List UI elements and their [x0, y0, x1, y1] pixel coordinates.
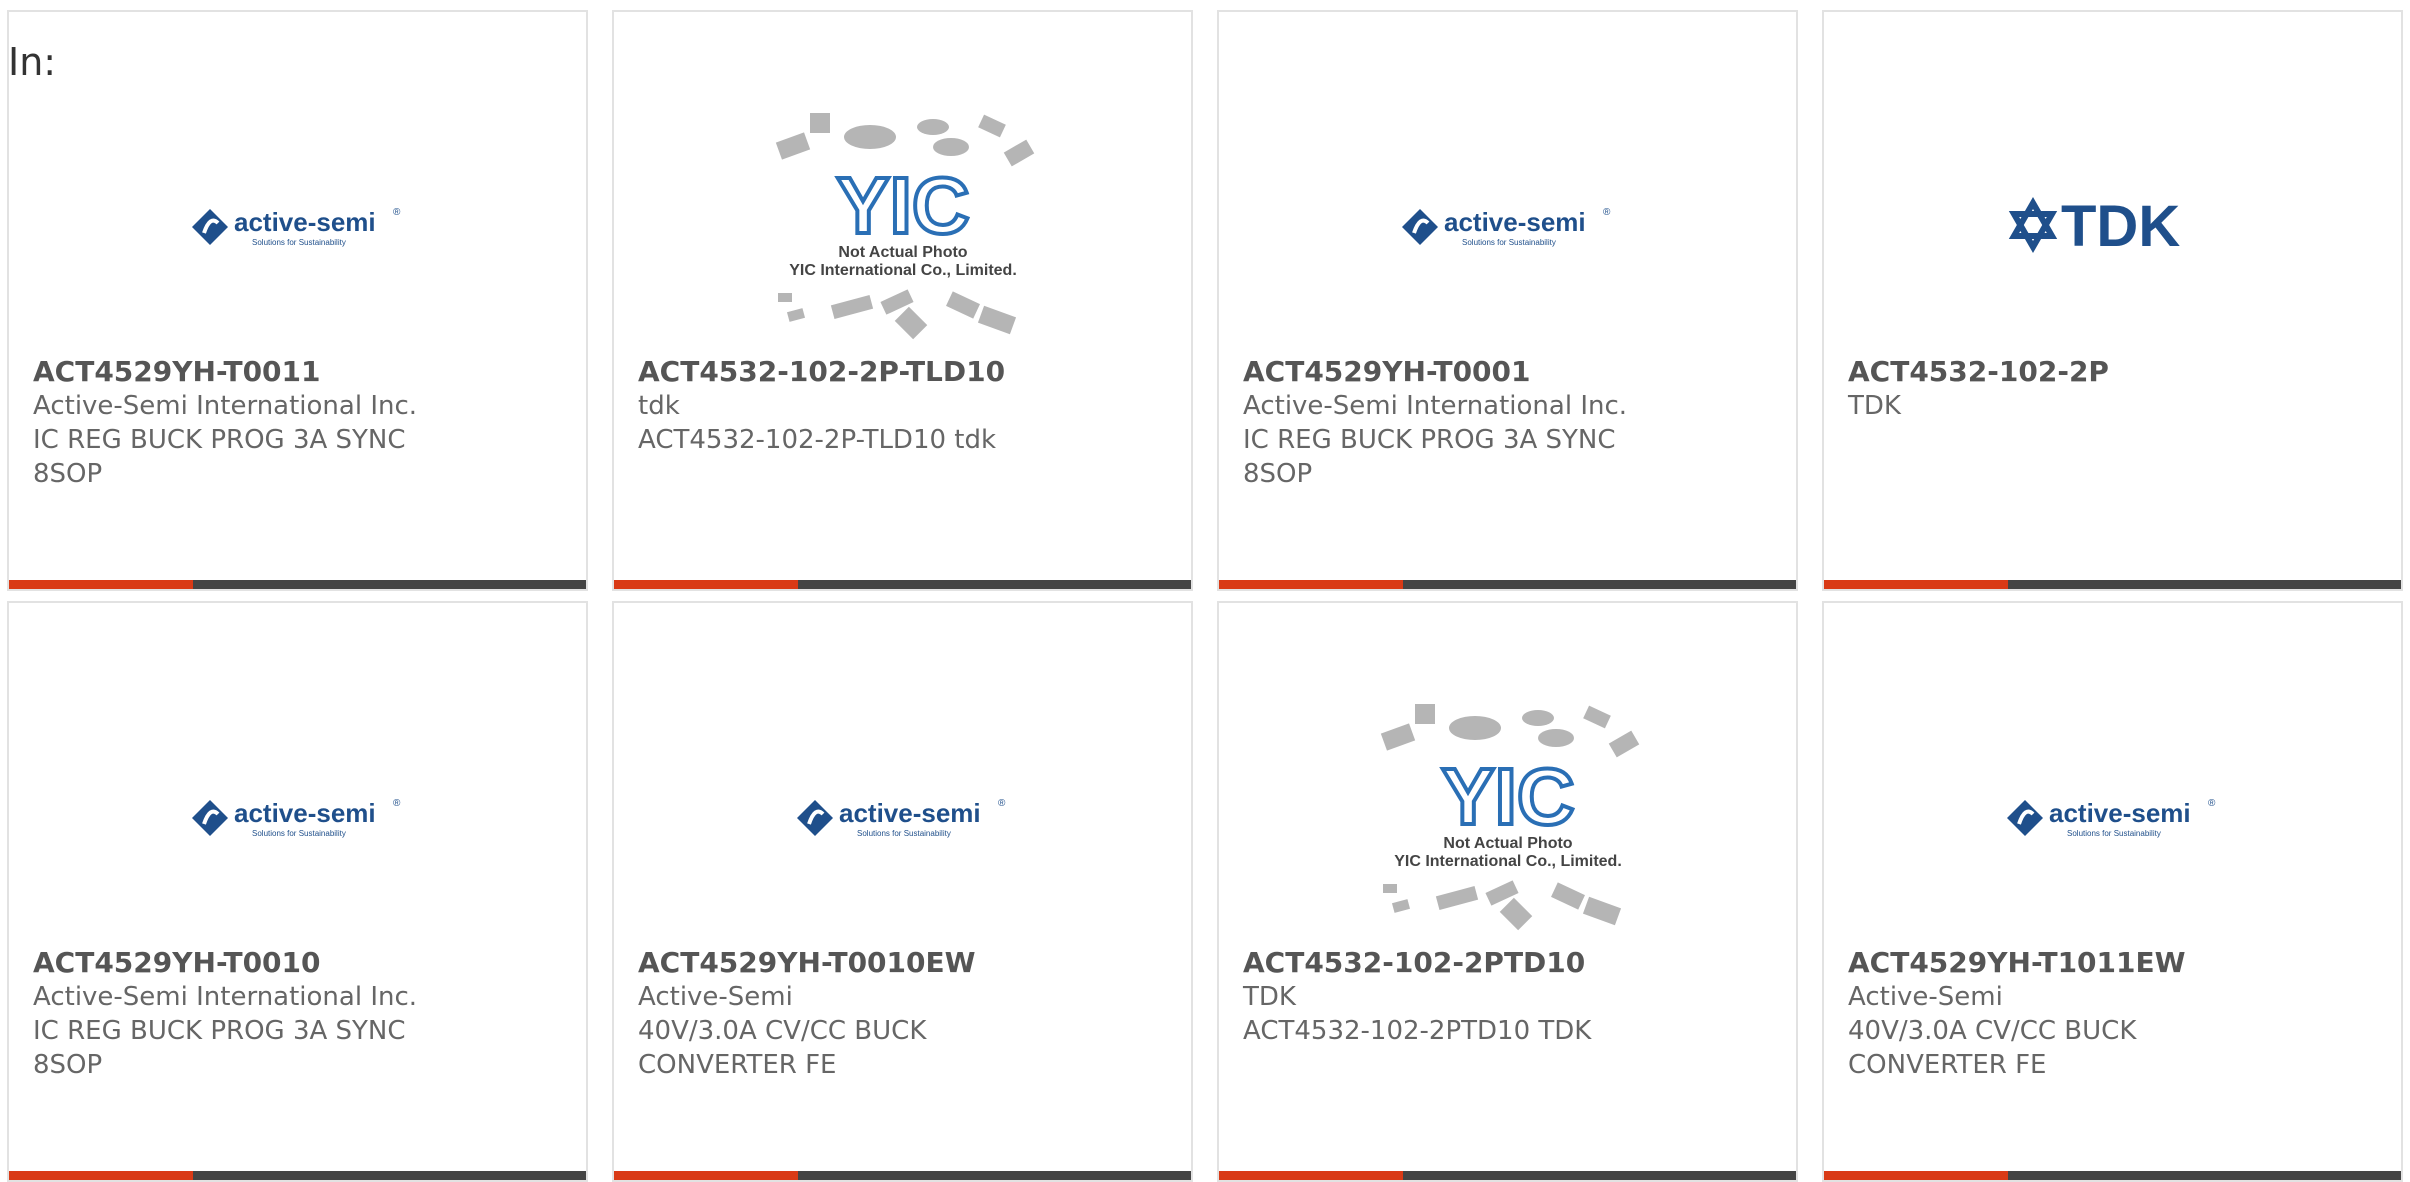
svg-text:®: ®	[1603, 207, 1611, 218]
product-image[interactable]: active-semi ® Solutions for Sustainabili…	[1219, 92, 1796, 357]
yic-placeholder-image: YIC Not Actual Photo YIC International C…	[1380, 703, 1639, 930]
card-bottom-bar	[9, 1171, 586, 1180]
product-card[interactable]: YIC Not Actual Photo YIC International C…	[612, 10, 1193, 591]
active-semi-logo: active-semi ® Solutions for Sustainabili…	[796, 798, 1006, 838]
product-info: ACT4529YH-T0010EW Active-Semi 40V/3.0A C…	[638, 946, 1167, 1082]
description: IC REG BUCK PROG 3A SYNC 8SOP	[33, 1016, 406, 1080]
card-accent-bar	[9, 1171, 193, 1180]
svg-text:Solutions for Sustainability: Solutions for Sustainability	[2067, 829, 2161, 838]
yic-placeholder-image: YIC Not Actual Photo YIC International C…	[775, 112, 1034, 339]
product-image[interactable]: active-semi ® Solutions for Sustainabili…	[9, 92, 586, 357]
part-number[interactable]: ACT4529YH-T1011EW	[1848, 946, 2377, 980]
product-image[interactable]: active-semi ® Solutions for Sustainabili…	[1824, 683, 2401, 948]
manufacturer: Active-Semi	[638, 982, 793, 1012]
product-card[interactable]: YIC Not Actual Photo YIC International C…	[1217, 601, 1798, 1182]
product-card[interactable]: TDK ACT4532-102-2P TDK	[1822, 10, 2403, 591]
card-accent-bar	[9, 580, 193, 589]
product-info: ACT4529YH-T0010 Active-Semi Internationa…	[33, 946, 562, 1082]
svg-text:®: ®	[393, 207, 401, 218]
description: ACT4532-102-2P-TLD10 tdk	[638, 425, 997, 455]
svg-text:TDK: TDK	[2061, 194, 2180, 259]
product-image[interactable]: active-semi ® Solutions for Sustainabili…	[9, 683, 586, 948]
card-accent-bar	[1219, 580, 1403, 589]
product-image[interactable]: YIC Not Actual Photo YIC International C…	[1219, 683, 1796, 948]
description: 40V/3.0A CV/CC BUCK CONVERTER FE	[638, 1016, 927, 1080]
manufacturer: Active-Semi International Inc.	[33, 391, 418, 421]
svg-text:active-semi: active-semi	[1444, 207, 1586, 237]
svg-text:active-semi: active-semi	[234, 207, 376, 237]
card-bottom-bar	[9, 580, 586, 589]
part-number[interactable]: ACT4529YH-T0010	[33, 946, 562, 980]
manufacturer: TDK	[1243, 982, 1296, 1012]
card-accent-bar	[1824, 580, 2008, 589]
product-card[interactable]: active-semi ® Solutions for Sustainabili…	[1822, 601, 2403, 1182]
manufacturer: tdk	[638, 391, 680, 421]
manufacturer: Active-Semi	[1848, 982, 2003, 1012]
svg-text:®: ®	[2208, 798, 2216, 809]
card-bottom-bar	[1824, 1171, 2401, 1180]
manufacturer: TDK	[1848, 391, 1901, 421]
card-accent-bar	[1824, 1171, 2008, 1180]
description: IC REG BUCK PROG 3A SYNC 8SOP	[33, 425, 406, 489]
part-number[interactable]: ACT4529YH-T0001	[1243, 355, 1772, 389]
description: 40V/3.0A CV/CC BUCK CONVERTER FE	[1848, 1016, 2137, 1080]
part-number[interactable]: ACT4532-102-2P-TLD10	[638, 355, 1167, 389]
svg-text:YIC: YIC	[836, 161, 969, 250]
svg-text:Solutions for Sustainability: Solutions for Sustainability	[252, 829, 346, 838]
product-image[interactable]: TDK	[1824, 92, 2401, 357]
tdk-logo: TDK	[2008, 194, 2180, 259]
svg-text:active-semi: active-semi	[234, 798, 376, 828]
svg-text:YIC International Co., Limited: YIC International Co., Limited.	[1394, 853, 1622, 870]
product-info: ACT4529YH-T0001 Active-Semi Internationa…	[1243, 355, 1772, 491]
product-image[interactable]: active-semi ® Solutions for Sustainabili…	[614, 683, 1191, 948]
part-number[interactable]: ACT4532-102-2P	[1848, 355, 2377, 389]
card-bottom-bar	[614, 580, 1191, 589]
product-info: ACT4529YH-T1011EW Active-Semi 40V/3.0A C…	[1848, 946, 2377, 1082]
svg-text:Solutions for Sustainability: Solutions for Sustainability	[252, 238, 346, 247]
svg-text:YIC: YIC	[1441, 752, 1574, 841]
svg-text:active-semi: active-semi	[839, 798, 981, 828]
card-bottom-bar	[614, 1171, 1191, 1180]
part-number[interactable]: ACT4529YH-T0011	[33, 355, 562, 389]
svg-text:YIC International Co., Limited: YIC International Co., Limited.	[789, 262, 1017, 279]
active-semi-logo: active-semi ® Solutions for Sustainabili…	[191, 798, 401, 838]
product-card[interactable]: active-semi ® Solutions for Sustainabili…	[612, 601, 1193, 1182]
svg-text:Solutions for Sustainability: Solutions for Sustainability	[1462, 238, 1556, 247]
product-info: ACT4532-102-2P-TLD10 tdk ACT4532-102-2P-…	[638, 355, 1167, 457]
part-number[interactable]: ACT4532-102-2PTD10	[1243, 946, 1772, 980]
active-semi-logo: active-semi ® Solutions for Sustainabili…	[2006, 798, 2216, 838]
svg-text:®: ®	[998, 798, 1006, 809]
product-card[interactable]: active-semi ® Solutions for Sustainabili…	[1217, 10, 1798, 591]
svg-text:active-semi: active-semi	[2049, 798, 2191, 828]
product-card[interactable]: active-semi ® Solutions for Sustainabili…	[7, 601, 588, 1182]
card-bottom-bar	[1824, 580, 2401, 589]
svg-text:Not Actual Photo: Not Actual Photo	[838, 244, 967, 261]
svg-text:Not Actual Photo: Not Actual Photo	[1443, 835, 1572, 852]
product-grid: active-semi ® Solutions for Sustainabili…	[7, 10, 2403, 1182]
part-number[interactable]: ACT4529YH-T0010EW	[638, 946, 1167, 980]
manufacturer: Active-Semi International Inc.	[1243, 391, 1628, 421]
card-accent-bar	[614, 1171, 798, 1180]
card-bottom-bar	[1219, 580, 1796, 589]
card-accent-bar	[614, 580, 798, 589]
product-info: ACT4532-102-2PTD10 TDK ACT4532-102-2PTD1…	[1243, 946, 1772, 1048]
card-accent-bar	[1219, 1171, 1403, 1180]
description: ACT4532-102-2PTD10 TDK	[1243, 1016, 1592, 1046]
card-bottom-bar	[1219, 1171, 1796, 1180]
manufacturer: Active-Semi International Inc.	[33, 982, 418, 1012]
active-semi-logo: active-semi ® Solutions for Sustainabili…	[191, 207, 401, 247]
product-info: ACT4529YH-T0011 Active-Semi Internationa…	[33, 355, 562, 491]
svg-text:®: ®	[393, 798, 401, 809]
filter-label: In:	[8, 40, 57, 84]
product-card[interactable]: active-semi ® Solutions for Sustainabili…	[7, 10, 588, 591]
product-image[interactable]: YIC Not Actual Photo YIC International C…	[614, 92, 1191, 357]
product-info: ACT4532-102-2P TDK	[1848, 355, 2377, 423]
svg-text:Solutions for Sustainability: Solutions for Sustainability	[857, 829, 951, 838]
active-semi-logo: active-semi ® Solutions for Sustainabili…	[1401, 207, 1611, 247]
description: IC REG BUCK PROG 3A SYNC 8SOP	[1243, 425, 1616, 489]
